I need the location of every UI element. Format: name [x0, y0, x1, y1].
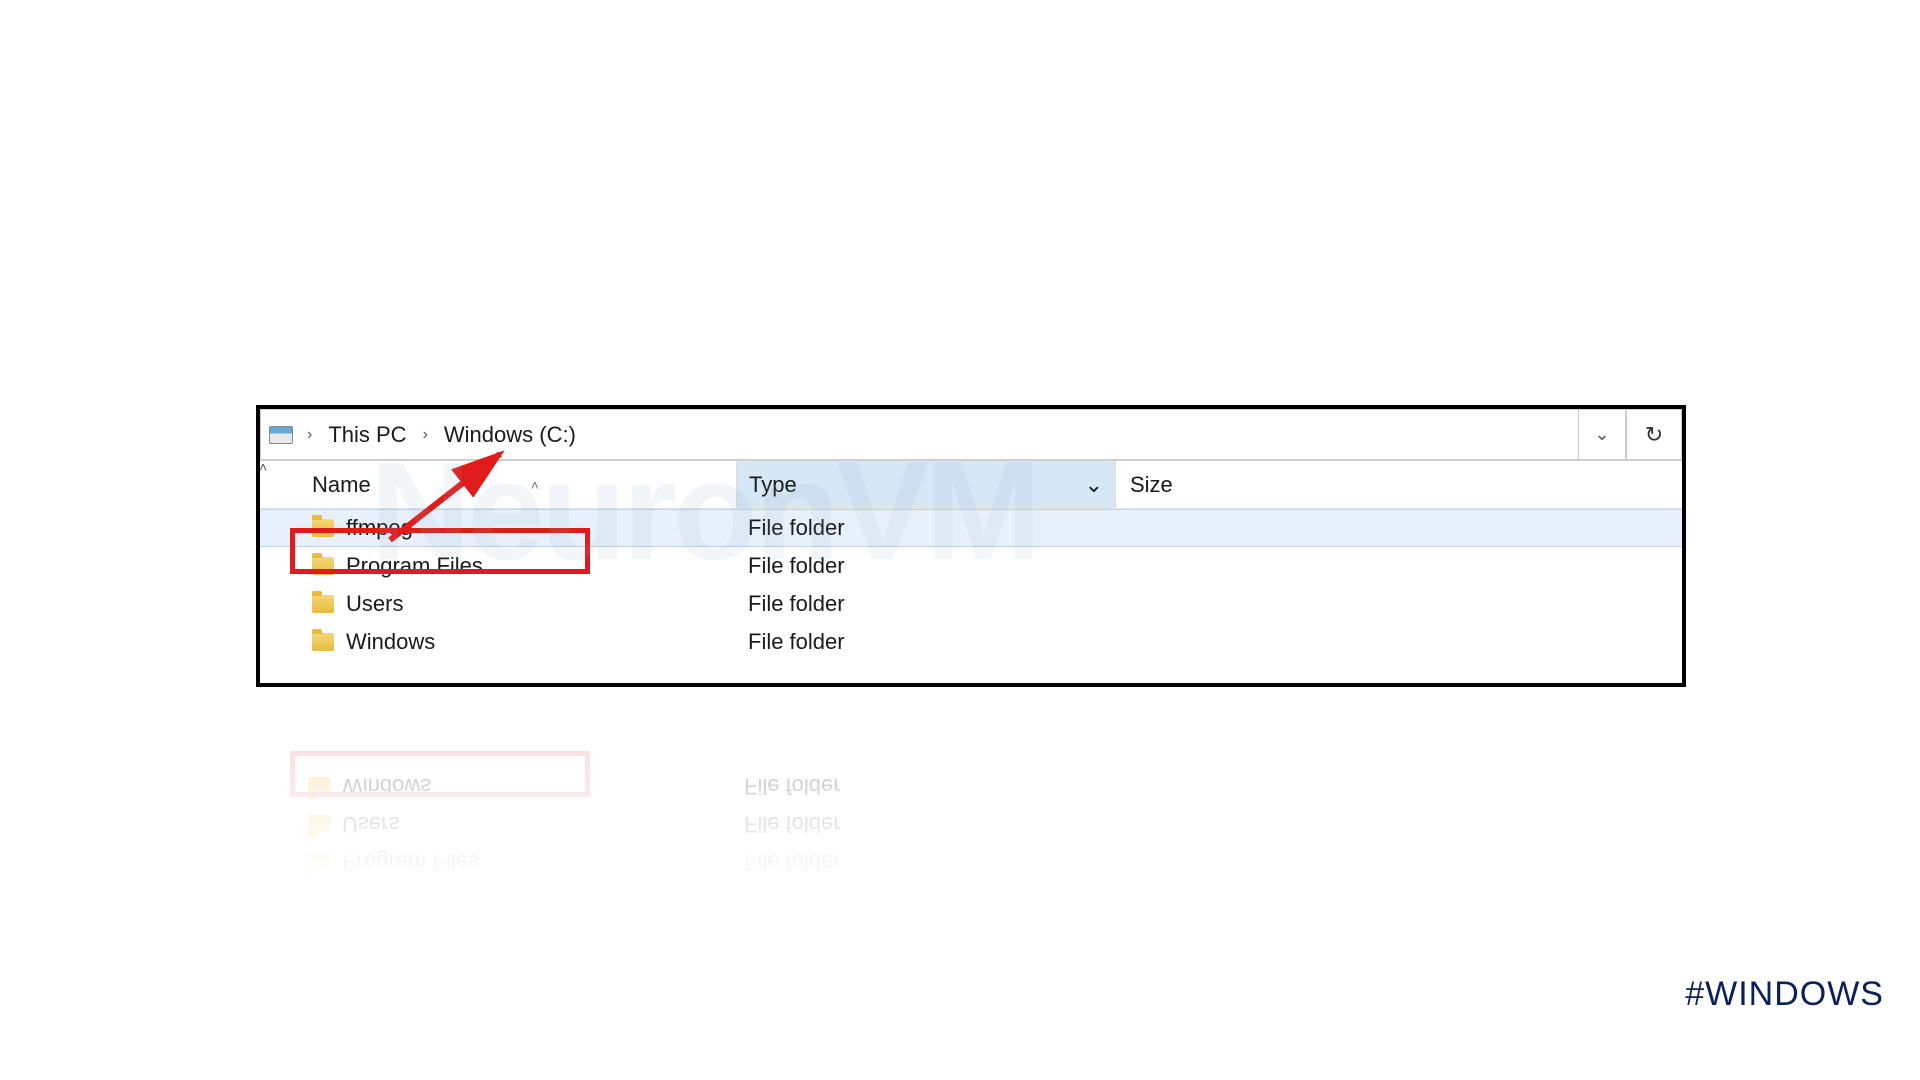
table-row: Users File folder	[256, 805, 1686, 843]
cell-type: File folder	[732, 811, 1112, 837]
column-type-label: Type	[749, 472, 797, 498]
cell-type: File folder	[736, 515, 1116, 541]
item-name: Program Files	[342, 849, 479, 875]
chevron-down-icon: ⌄	[1594, 424, 1609, 445]
table-row[interactable]: ffmpeg File folder	[260, 509, 1682, 547]
cell-type: File folder	[736, 629, 1116, 655]
breadcrumb[interactable]: › This PC › Windows (C:)	[260, 409, 1578, 460]
refresh-icon: ↻	[1645, 422, 1663, 448]
column-size-label: Size	[1130, 472, 1173, 498]
reflection-effect: ˅ Name ˄ Type ⌄ Size ffmpegFile folderPr…	[256, 687, 1686, 967]
folder-icon	[308, 853, 330, 871]
cell-name: Users	[276, 591, 736, 617]
item-name: Windows	[346, 629, 435, 655]
item-name: Program Files	[346, 553, 483, 579]
folder-icon	[312, 557, 334, 575]
cell-name: Program Files	[276, 553, 736, 579]
cell-type: File folder	[736, 553, 1116, 579]
column-header-size[interactable]: Size	[1116, 472, 1682, 498]
table-row: Program Files File folder	[256, 843, 1686, 881]
table-row: ffmpeg File folder	[256, 881, 1686, 919]
cell-type: File folder	[732, 773, 1112, 799]
folder-icon	[308, 815, 330, 833]
file-explorer-window: › This PC › Windows (C:) ⌄ ↻ ˄ Name ˄ Ty…	[256, 405, 1686, 687]
table-row: Windows File folder	[256, 767, 1686, 805]
chevron-down-icon: ⌄	[1085, 472, 1103, 498]
breadcrumb-drive[interactable]: Windows (C:)	[440, 418, 580, 452]
folder-icon	[308, 777, 330, 795]
folder-icon	[312, 633, 334, 651]
breadcrumb-this-pc[interactable]: This PC	[324, 418, 410, 452]
table-row[interactable]: Windows File folder	[260, 623, 1682, 661]
cell-type: File folder	[732, 887, 1112, 913]
refresh-button[interactable]: ↻	[1626, 409, 1682, 460]
column-name-label: Name	[312, 472, 371, 498]
sort-indicator-icon: ˄	[531, 477, 539, 493]
column-headers: ˄ Name ˄ Type ⌄ Size	[260, 461, 1682, 509]
hashtag-label: #WINDOWS	[1685, 975, 1884, 1014]
item-name: Users	[346, 591, 403, 617]
folder-icon	[308, 891, 330, 909]
column-header-type[interactable]: Type ⌄	[736, 461, 1116, 508]
drive-icon	[269, 426, 293, 444]
cell-name: Windows	[272, 773, 732, 799]
cell-type: File folder	[732, 849, 1112, 875]
table-row[interactable]: Program Files File folder	[260, 547, 1682, 585]
column-header-name[interactable]: Name ˄	[276, 472, 736, 498]
cell-name: ffmpeg	[276, 515, 736, 541]
item-name: Windows	[342, 773, 431, 799]
folder-icon	[312, 595, 334, 613]
chevron-right-icon: ›	[417, 426, 434, 444]
item-name: ffmpeg	[342, 887, 409, 913]
item-name: Users	[342, 811, 399, 837]
folder-icon	[312, 519, 334, 537]
cell-name: Users	[272, 811, 732, 837]
chevron-right-icon: ›	[301, 426, 318, 444]
address-bar: › This PC › Windows (C:) ⌄ ↻	[260, 409, 1682, 461]
table-row[interactable]: Users File folder	[260, 585, 1682, 623]
file-list: ffmpeg File folder Program Files File folde…	[260, 509, 1682, 661]
cell-name: ffmpeg	[272, 887, 732, 913]
cell-type: File folder	[736, 591, 1116, 617]
scroll-up-icon[interactable]: ˄	[259, 459, 277, 477]
address-dropdown-button[interactable]: ⌄	[1578, 409, 1626, 460]
cell-name: Program Files	[272, 849, 732, 875]
item-name: ffmpeg	[346, 515, 413, 541]
cell-name: Windows	[276, 629, 736, 655]
